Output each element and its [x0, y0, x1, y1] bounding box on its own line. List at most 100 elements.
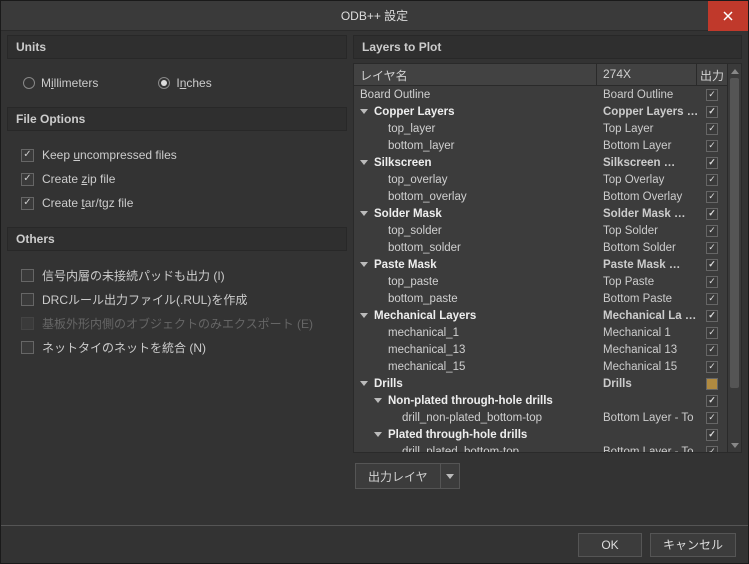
table-row[interactable]: Plated through-hole drills [354, 426, 727, 443]
column-output[interactable]: 出力 [697, 64, 727, 85]
table-row[interactable]: bottom_solderBottom Solder [354, 239, 727, 256]
expand-icon[interactable] [360, 211, 368, 216]
output-checkbox[interactable] [706, 327, 718, 339]
ok-button[interactable]: OK [578, 533, 642, 557]
layer-274x-cell: Drills [597, 378, 697, 390]
check-keep-uncompressed[interactable]: Keep uncompressed files [17, 143, 341, 167]
output-checkbox[interactable] [706, 344, 718, 356]
output-checkbox[interactable] [706, 276, 718, 288]
output-checkbox[interactable] [706, 106, 718, 118]
table-row[interactable]: Board OutlineBoard Outline [354, 86, 727, 103]
layer-274x-cell: Top Solder [597, 225, 697, 237]
layer-274x-cell: Mechanical 15 [597, 361, 697, 373]
column-layer-name[interactable]: レイヤ名 [354, 64, 597, 85]
scrollbar[interactable] [727, 64, 741, 452]
layer-name-cell: Drills [374, 378, 403, 390]
checkbox-icon [21, 317, 34, 330]
output-checkbox[interactable] [706, 310, 718, 322]
output-checkbox[interactable] [706, 293, 718, 305]
radio-icon [23, 77, 35, 89]
table-row[interactable]: drill_non-plated_bottom-topBottom Layer … [354, 409, 727, 426]
table-row[interactable]: top_overlayTop Overlay [354, 171, 727, 188]
layer-name-cell: Paste Mask [374, 259, 437, 271]
check-create-tar[interactable]: Create tar/tgz file [17, 191, 341, 215]
table-row[interactable]: bottom_pasteBottom Paste [354, 290, 727, 307]
output-checkbox[interactable] [706, 361, 718, 373]
expand-icon[interactable] [360, 160, 368, 165]
output-checkbox[interactable] [706, 140, 718, 152]
scroll-up-button[interactable] [728, 64, 741, 78]
section-units-header: Units [7, 35, 347, 59]
output-checkbox[interactable] [706, 225, 718, 237]
expand-icon[interactable] [360, 381, 368, 386]
layer-name-cell: mechanical_13 [388, 344, 465, 356]
output-checkbox[interactable] [706, 446, 718, 453]
output-checkbox[interactable] [706, 259, 718, 271]
expand-icon[interactable] [360, 262, 368, 267]
table-row[interactable]: top_layerTop Layer [354, 120, 727, 137]
scroll-down-button[interactable] [728, 438, 741, 452]
table-row[interactable]: SilkscreenSilkscreen … [354, 154, 727, 171]
table-row[interactable]: Paste MaskPaste Mask … [354, 256, 727, 273]
table-row[interactable]: top_pasteTop Paste [354, 273, 727, 290]
table-row[interactable]: drill_plated_bottom-topBottom Layer - To [354, 443, 727, 452]
table-row[interactable]: Copper LayersCopper Layers … [354, 103, 727, 120]
expand-icon[interactable] [374, 398, 382, 403]
layer-274x-cell: Bottom Layer [597, 140, 697, 152]
layer-name-cell: bottom_paste [388, 293, 458, 305]
scroll-track[interactable] [728, 78, 741, 438]
output-checkbox[interactable] [706, 242, 718, 254]
table-row[interactable]: Non-plated through-hole drills [354, 392, 727, 409]
expand-icon[interactable] [374, 432, 382, 437]
output-checkbox[interactable] [706, 157, 718, 169]
table-row[interactable]: mechanical_1Mechanical 1 [354, 324, 727, 341]
table-row[interactable]: mechanical_13Mechanical 13 [354, 341, 727, 358]
chevron-down-icon [731, 443, 739, 448]
table-row[interactable]: mechanical_15 Mechanical 15 [354, 358, 727, 375]
output-checkbox[interactable] [706, 174, 718, 186]
layer-name-cell: top_layer [388, 123, 435, 135]
table-row[interactable]: bottom_layer Bottom Layer [354, 137, 727, 154]
layer-274x-cell: Bottom Overlay [597, 191, 697, 203]
radio-inches[interactable]: Inches [158, 76, 211, 90]
check-drc-rule-file[interactable]: DRCルール出力ファイル(.RUL)を作成 [17, 287, 341, 311]
column-274x[interactable]: 274X [597, 64, 697, 85]
check-merge-nettie[interactable]: ネットタイのネットを統合 (N) [17, 335, 341, 359]
output-checkbox[interactable] [706, 208, 718, 220]
layer-name-cell: Solder Mask [374, 208, 442, 220]
output-checkbox[interactable] [706, 89, 718, 101]
section-others-header: Others [7, 227, 347, 251]
layer-274x-cell: Copper Layers … [597, 106, 697, 118]
table-row[interactable]: top_solderTop Solder [354, 222, 727, 239]
output-checkbox[interactable] [706, 378, 718, 390]
layer-name-cell: bottom_layer [388, 140, 454, 152]
radio-millimeters[interactable]: Millimeters [23, 76, 98, 90]
layer-name-cell: mechanical_15 [388, 361, 465, 373]
table-row[interactable]: Mechanical LayersMechanical La … [354, 307, 727, 324]
layers-table: レイヤ名 274X 出力 Board OutlineBoard OutlineC… [353, 63, 742, 453]
expand-icon[interactable] [360, 313, 368, 318]
table-row[interactable]: bottom_overlay Bottom Overlay [354, 188, 727, 205]
output-checkbox[interactable] [706, 395, 718, 407]
checkbox-icon [21, 149, 34, 162]
table-row[interactable]: Solder MaskSolder Mask … [354, 205, 727, 222]
expand-icon[interactable] [360, 109, 368, 114]
output-checkbox[interactable] [706, 429, 718, 441]
output-checkbox[interactable] [706, 412, 718, 424]
layer-name-cell: top_overlay [388, 174, 447, 186]
output-layer-dropdown[interactable]: 出力レイヤ [355, 463, 460, 489]
output-checkbox[interactable] [706, 123, 718, 135]
cancel-button[interactable]: キャンセル [650, 533, 736, 557]
footer: OK キャンセル [1, 525, 748, 563]
dropdown-label: 出力レイヤ [356, 464, 441, 488]
table-row[interactable]: Drills Drills [354, 375, 727, 392]
checkbox-icon [21, 269, 34, 282]
output-checkbox[interactable] [706, 191, 718, 203]
close-button[interactable] [708, 1, 748, 31]
layer-274x-cell: Bottom Layer - To [597, 412, 697, 424]
scroll-thumb[interactable] [730, 78, 739, 388]
check-unconnected-pads[interactable]: 信号内層の未接続パッドも出力 (I) [17, 263, 341, 287]
layer-name-cell: bottom_overlay [388, 191, 467, 203]
check-create-zip[interactable]: Create zip file [17, 167, 341, 191]
check-inside-outline-only: 基板外形内側のオブジェクトのみエクスポート (E) [17, 311, 341, 335]
